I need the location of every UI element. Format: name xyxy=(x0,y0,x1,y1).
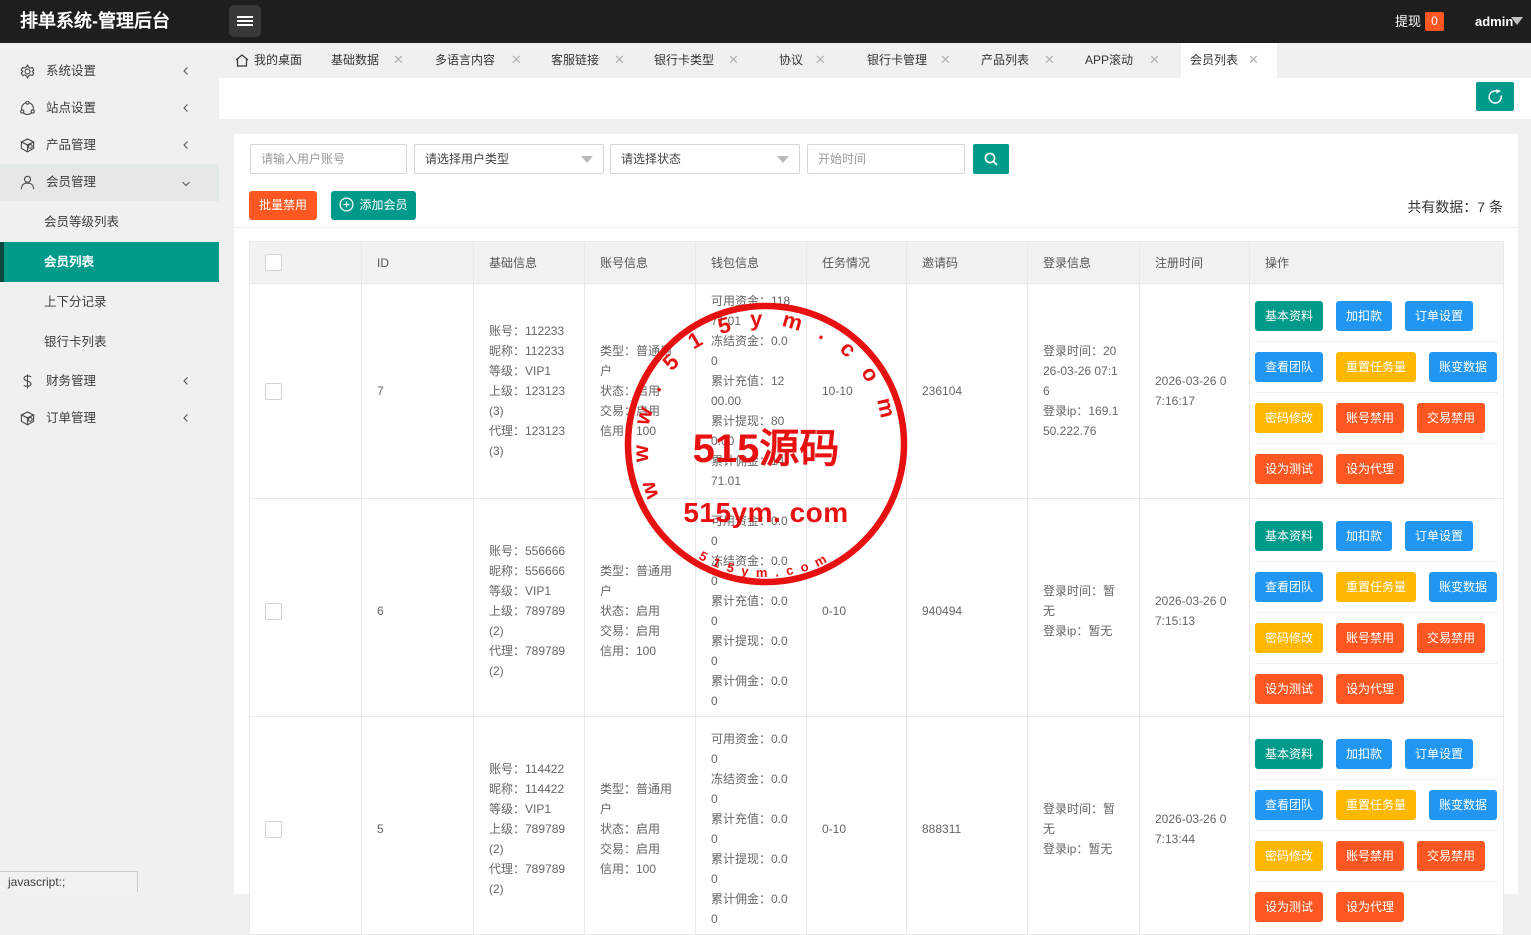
svg-text:515源码: 515源码 xyxy=(693,427,840,471)
svg-text:515ym. com: 515ym. com xyxy=(683,497,848,528)
svg-text:www.515ym.com: www.515ym.com xyxy=(628,306,905,503)
